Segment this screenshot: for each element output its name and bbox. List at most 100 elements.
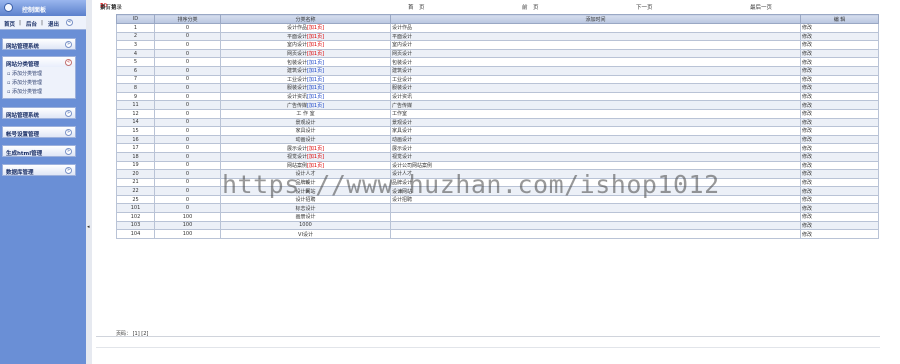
expand-icon[interactable]: » xyxy=(65,167,72,174)
submenu-item-add-category[interactable]: ▫ 添加分类管理 xyxy=(7,79,42,86)
edit-link[interactable]: 修改 xyxy=(800,57,879,67)
last-page-link[interactable]: 最后一页 xyxy=(750,3,772,11)
cell-name[interactable]: 家具设计 xyxy=(220,126,391,136)
cell-name[interactable]: 服装设计[加1页] xyxy=(220,83,391,93)
cell-name[interactable]: 设计作品[加1页] xyxy=(220,23,391,33)
add-page-tag[interactable]: [加1页] xyxy=(307,94,324,100)
cell-name[interactable]: 包装设计[加1页] xyxy=(220,57,391,67)
add-page-tag[interactable]: [加1页] xyxy=(307,146,324,152)
cell-name[interactable]: 平面设计[加1页] xyxy=(220,31,391,42)
cell-name[interactable]: 工业设计[加1页] xyxy=(220,74,391,85)
cell-name[interactable]: 广告传媒[加1页] xyxy=(220,100,391,110)
home-link[interactable]: 首页 xyxy=(4,20,15,28)
edit-link[interactable]: 修改 xyxy=(800,91,879,102)
edit-link[interactable]: 修改 xyxy=(800,134,879,145)
cell-name[interactable]: 室内设计[加1页] xyxy=(220,40,391,50)
add-page-tag[interactable]: [加1页] xyxy=(307,42,324,48)
cell-name[interactable]: 网页设计[加1页] xyxy=(220,48,391,59)
edit-link[interactable]: 修改 xyxy=(800,151,879,162)
submenu-item-add-category[interactable]: ▫ 添加分类管理 xyxy=(7,88,42,95)
cell-name[interactable]: 1000 xyxy=(220,220,391,231)
category-name[interactable]: 画册设计 xyxy=(295,214,315,220)
category-name[interactable]: 视觉设计 xyxy=(287,154,307,160)
logout-link[interactable]: 退出 xyxy=(48,20,59,28)
add-page-tag[interactable]: [加1页] xyxy=(307,163,324,169)
category-name[interactable]: 工业设计 xyxy=(287,77,307,83)
add-page-tag[interactable]: [加1页] xyxy=(307,103,324,109)
edit-link[interactable]: 修改 xyxy=(800,40,879,50)
admin-link[interactable]: 后台 xyxy=(26,20,37,28)
col-header-sort[interactable]: 排序分类 xyxy=(154,14,221,24)
expand-icon[interactable]: » xyxy=(65,129,72,136)
edit-link[interactable]: 修改 xyxy=(800,229,879,239)
category-name[interactable]: 包装设计 xyxy=(287,60,307,66)
category-name[interactable]: VI设计 xyxy=(298,232,313,238)
edit-link[interactable]: 修改 xyxy=(800,212,879,222)
cell-name[interactable]: 展示设计[加1页] xyxy=(220,143,391,153)
category-name[interactable]: 广告传媒 xyxy=(287,103,307,109)
add-page-tag[interactable]: [加1页] xyxy=(307,68,324,74)
menu-account-settings[interactable]: 帐号设置管理 » xyxy=(2,126,76,138)
menu-site-management[interactable]: 网站管理系统 » xyxy=(2,38,76,50)
edit-link[interactable]: 修改 xyxy=(800,160,879,171)
add-page-tag[interactable]: [加1页] xyxy=(307,25,324,31)
expand-icon[interactable]: » xyxy=(65,110,72,117)
menu-site-management-2[interactable]: 网站管理系统 » xyxy=(2,107,76,119)
menu-html-generation[interactable]: 生成html管理 » xyxy=(2,145,76,157)
category-name[interactable]: 家具设计 xyxy=(295,128,315,134)
category-name[interactable]: 网站案例 xyxy=(287,163,307,169)
cell-name[interactable]: 景观设计 xyxy=(220,117,391,128)
cell-name[interactable]: 设计资讯[加1页] xyxy=(220,91,391,102)
category-name[interactable]: 服装设计 xyxy=(287,85,307,91)
category-name[interactable]: 建筑设计 xyxy=(287,68,307,74)
edit-link[interactable]: 修改 xyxy=(800,203,879,214)
category-name[interactable]: 标志设计 xyxy=(295,206,315,212)
edit-link[interactable]: 修改 xyxy=(800,143,879,153)
cell-name[interactable]: 网站案例[加1页] xyxy=(220,160,391,171)
category-name[interactable]: 工 作 室 xyxy=(296,111,314,117)
expand-icon[interactable]: » xyxy=(65,148,72,155)
expand-icon[interactable]: » xyxy=(65,41,72,48)
add-page-tag[interactable]: [加1页] xyxy=(307,51,324,57)
menu-database[interactable]: 数据库管理 » xyxy=(2,164,76,176)
edit-link[interactable]: 修改 xyxy=(800,23,879,33)
category-name[interactable]: 展示设计 xyxy=(287,146,307,152)
edit-link[interactable]: 修改 xyxy=(800,177,879,188)
cell-name[interactable]: 视觉设计[加1页] xyxy=(220,151,391,162)
add-page-tag[interactable]: [加1页] xyxy=(307,85,324,91)
category-name[interactable]: 网页设计 xyxy=(287,51,307,57)
collapse-icon[interactable]: « xyxy=(66,19,73,26)
next-page-link[interactable]: 下一页 xyxy=(636,3,653,11)
submenu-item-add-category[interactable]: ▫ 添加分类管理 xyxy=(7,70,42,77)
cell-name[interactable]: 动画设计 xyxy=(220,134,391,145)
category-name[interactable]: 动画设计 xyxy=(295,137,315,143)
category-name[interactable]: 景观设计 xyxy=(295,120,315,126)
prev-page-link[interactable]: 前 页 xyxy=(522,3,539,11)
edit-link[interactable]: 修改 xyxy=(800,83,879,93)
edit-link[interactable]: 修改 xyxy=(800,108,879,119)
add-page-tag[interactable]: [加1页] xyxy=(307,154,324,160)
col-header-edit[interactable]: 编 辑 xyxy=(800,14,879,24)
category-name[interactable]: 平面设计 xyxy=(287,34,307,40)
category-name[interactable]: 1000 xyxy=(299,222,312,228)
category-name[interactable]: 设计作品 xyxy=(287,25,307,31)
first-page-link[interactable]: 首 页 xyxy=(408,3,425,11)
add-page-tag[interactable]: [加1页] xyxy=(307,77,324,83)
cell-name[interactable]: VI设计 xyxy=(220,229,391,239)
category-name[interactable]: 室内设计 xyxy=(287,42,307,48)
add-page-tag[interactable]: [加1页] xyxy=(307,60,324,66)
edit-link[interactable]: 修改 xyxy=(800,126,879,136)
cell-name[interactable]: 画册设计 xyxy=(220,212,391,222)
col-header-name[interactable]: 分类名称 xyxy=(220,14,391,24)
sidebar-splitter[interactable]: ◂ xyxy=(86,0,92,364)
col-header-id[interactable]: ID xyxy=(116,14,155,24)
collapse-arrow-icon[interactable]: ◂ xyxy=(87,224,90,230)
col-header-time[interactable]: 添加时间 xyxy=(390,14,801,24)
edit-link[interactable]: 修改 xyxy=(800,31,879,42)
edit-link[interactable]: 修改 xyxy=(800,117,879,128)
category-name[interactable]: 设计资讯 xyxy=(287,94,307,100)
cell-name[interactable]: 建筑设计[加1页] xyxy=(220,65,391,76)
edit-link[interactable]: 修改 xyxy=(800,48,879,59)
edit-link[interactable]: 修改 xyxy=(800,74,879,85)
edit-link[interactable]: 修改 xyxy=(800,186,879,196)
